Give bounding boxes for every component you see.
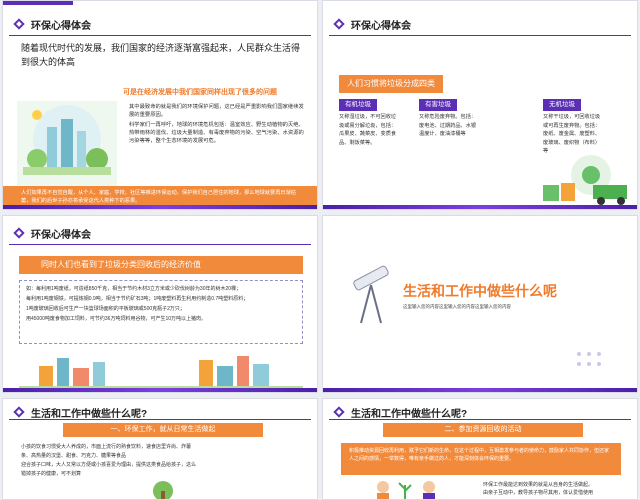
tree-illustration (153, 481, 173, 499)
subtitle: 可是在经济发展中我们国家同样出现了很多的问题 (123, 89, 277, 96)
card-body: 又称干垃圾，可回收垃圾或可再生废弃物。包括：废纸、废金属、废塑料、废玻璃、废织物… (543, 114, 601, 154)
decorative-dots (577, 352, 601, 366)
slide-title: 环保心得体会 (351, 20, 411, 32)
highlight-box: 积极推动资源回收再利用，赋予它们新的生命，在这个过程中，互相激发参与者的使命力，… (341, 443, 621, 475)
slide-header: 环保心得体会 (13, 15, 91, 33)
header-divider (329, 419, 631, 420)
paragraph: 迎合孩子口味，大人又常以方便或小孩喜爱为理由，提供这类食品给孩子，这么错掉孩子的… (21, 462, 197, 477)
header-divider (9, 419, 311, 420)
recycle-truck-illustration (543, 155, 627, 205)
slide-grid: 环保心得体会 随着现代时代的发展，我们国家的经济逐渐富强起来，人民群众生活得到很… (0, 0, 640, 500)
list-item: 每利用1吨废钢铁，可提炼钢0.9吨，相当于节约矿石3吨；1吨废塑料再生利用约制造… (26, 296, 249, 302)
diamond-icon (13, 227, 25, 239)
diamond-icon (333, 406, 345, 418)
bullet: 由亲子互动中，教导孩子物尽其用，体认爱惜使用 (483, 490, 594, 496)
slide-title: 生活和工作中做些什么呢? (351, 408, 468, 420)
card-tag: 有机垃圾 (339, 99, 377, 111)
diamond-icon (13, 18, 25, 30)
bullet: 环保工作最能达到效果的就是从自身的生活做起。 (483, 482, 594, 488)
kids-planting-illustration (377, 481, 435, 499)
section-title: 生活和工作中做些什么呢 (403, 283, 557, 299)
slide-5-thumbnail[interactable]: 生活和工作中做些什么呢? 一、环保工作，就从日常生活做起 小孩的饮食习惯受大人养… (2, 398, 318, 500)
card-hazardous: 有害垃圾 又称危险废弃物。包括：废电池、过期药品、水银温度计、废油漆桶等 (419, 99, 479, 177)
bottom-strip (323, 388, 637, 392)
card-tag: 无机垃圾 (543, 99, 581, 111)
green-city-illustration (17, 101, 117, 187)
bullet-box: 其中最致命的就是我们的环境保护问题，这已经是严重影响我们国家继续发展的重要原因。… (123, 99, 313, 193)
diamond-icon (13, 406, 25, 418)
lead-text: 随着现代时代的发展，我们国家的经济逐渐富强起来，人民群众生活得到很大的体高 (21, 43, 301, 67)
step-banner: 一、环保工作，就从日常生活做起 (63, 423, 263, 437)
body-text: 环保工作最能达到效果的就是从自身的生活做起。 由亲子互动中，教导孩子物尽其用，体… (483, 481, 628, 497)
slide-6-thumbnail[interactable]: 生活和工作中做些什么呢? 二、参加资源回收的活动 积极推动资源回收再利用，赋予它… (322, 398, 638, 500)
card-body: 又称湿垃圾，不可回收垃圾或易分解垃圾，包括：瓜果皮、蔬菜皮、变质食品、剩饭菜等。 (339, 114, 397, 146)
bullet-1: 其中最致命的就是我们的环境保护问题，这已经是严重影响我们国家继续发展的重要原因。 (129, 104, 304, 118)
paragraph: 小孩的饮食习惯受大人养成的，市面上流行的熟食饮料，速食店里许尚、炸薯条、高热量的… (21, 444, 192, 459)
list-item: 用45000吨废食物加工饲料，可节约36万吨饲料用谷物，可产生10万吨以上猪肉。 (26, 316, 207, 322)
slide-2-thumbnail[interactable]: 环保心得体会 人们习惯将垃圾分成四类 有机垃圾 又称湿垃圾，不可回收垃圾或易分解… (322, 0, 638, 210)
telescope-icon (353, 265, 389, 324)
value-list: 如：每利用1吨废纸，可造纸850千克，相当于节约木材3立方米或少砍伐树龄为30年… (19, 280, 303, 344)
slide-header: 环保心得体会 (13, 224, 91, 242)
slide-1-thumbnail[interactable]: 环保心得体会 随着现代时代的发展，我们国家的经济逐渐富强起来，人民群众生活得到很… (2, 0, 318, 210)
list-item: 如：每利用1吨废纸，可造纸850千克，相当于节约木材3立方米或少砍伐树龄为30年… (26, 286, 242, 292)
bottom-strip (323, 205, 637, 209)
top-accent (3, 1, 317, 11)
category-banner: 人们习惯将垃圾分成四类 (339, 75, 443, 93)
body-text: 小孩的饮食习惯受大人养成的，市面上流行的熟食饮料，速食店里许尚、炸薯条、高热量的… (21, 443, 196, 479)
bottom-strip (3, 388, 317, 392)
city-skyline-illustration (19, 356, 303, 390)
slide-3-thumbnail[interactable]: 环保心得体会 同时人们也看到了垃圾分类回收后的经济价值 如：每利用1吨废纸，可造… (2, 215, 318, 393)
bullet-2: 科学家们一再呼吁，地球的环境危机包括：温室效应、野生动植物的灭绝、热带雨林的滥伐… (129, 122, 304, 144)
card-organic: 有机垃圾 又称湿垃圾，不可回收垃圾或易分解垃圾，包括：瓜果皮、蔬菜皮、变质食品、… (339, 99, 399, 177)
card-tag: 有害垃圾 (419, 99, 457, 111)
slide-4-thumbnail[interactable]: 生活和工作中做些什么呢 这里输入您的内容这里输入您的内容这里输入您的内容 (322, 215, 638, 393)
value-banner: 同时人们也看到了垃圾分类回收后的经济价值 (19, 256, 303, 274)
slide-title: 环保心得体会 (31, 229, 91, 241)
header-divider (9, 244, 311, 245)
bottom-strip (3, 205, 317, 209)
card-body: 又称危险废弃物。包括：废电池、过期药品、水银温度计、废油漆桶等 (419, 114, 477, 137)
slide-title: 生活和工作中做些什么呢? (31, 408, 148, 420)
slide-header: 环保心得体会 (333, 15, 411, 33)
header-divider (329, 35, 631, 36)
list-item: 1吨废玻璃回收后可生产一块篮球场面积的平板玻璃或500克瓶子2万只； (26, 306, 185, 312)
step-banner: 二、参加资源回收的活动 (383, 423, 583, 437)
header-divider (9, 35, 311, 36)
slide-title: 环保心得体会 (31, 20, 91, 32)
diamond-icon (333, 18, 345, 30)
section-subtitle: 这里输入您的内容这里输入您的内容这里输入您的内容 (403, 304, 511, 309)
